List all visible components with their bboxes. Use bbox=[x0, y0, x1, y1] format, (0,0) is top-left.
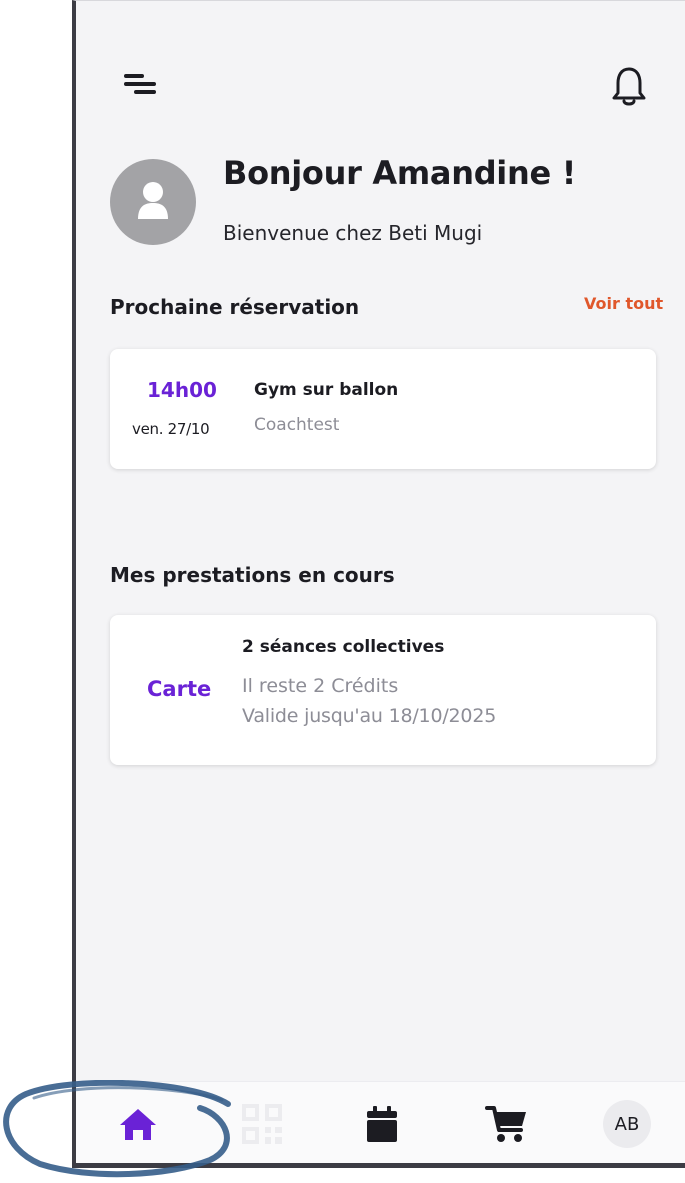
service-name: 2 séances collectives bbox=[242, 637, 445, 657]
service-credits: Il reste 2 Crédits bbox=[242, 675, 399, 697]
nav-home[interactable] bbox=[98, 1082, 178, 1163]
service-validity: Valide jusqu'au 18/10/2025 bbox=[242, 705, 497, 727]
service-card[interactable]: Carte 2 séances collectives Il reste 2 C… bbox=[110, 615, 656, 765]
nav-cart[interactable] bbox=[467, 1082, 547, 1163]
cart-icon bbox=[485, 1106, 526, 1142]
nav-qr-code[interactable] bbox=[222, 1082, 302, 1163]
menu-icon[interactable] bbox=[120, 69, 160, 99]
avatar[interactable] bbox=[110, 159, 196, 245]
bottom-nav: AB bbox=[76, 1081, 685, 1163]
greeting-subtitle: Bienvenue chez Beti Mugi bbox=[223, 221, 483, 245]
nav-profile[interactable]: AB bbox=[587, 1082, 667, 1163]
greeting-title: Bonjour Amandine ! bbox=[223, 154, 576, 192]
user-icon bbox=[138, 182, 168, 219]
profile-avatar: AB bbox=[603, 1100, 651, 1148]
booking-date: ven. 27/10 bbox=[132, 420, 210, 438]
booking-time: 14h00 bbox=[147, 378, 217, 402]
see-all-link[interactable]: Voir tout bbox=[584, 294, 663, 313]
home-icon bbox=[120, 1109, 156, 1140]
app-screen: Bonjour Amandine ! Bienvenue chez Beti M… bbox=[72, 0, 685, 1168]
bell-icon[interactable] bbox=[611, 65, 647, 109]
nav-calendar[interactable] bbox=[342, 1082, 422, 1163]
booking-card[interactable]: 14h00 ven. 27/10 Gym sur ballon Coachtes… bbox=[110, 349, 656, 469]
service-type: Carte bbox=[147, 677, 212, 701]
services-title: Mes prestations en cours bbox=[110, 563, 395, 587]
qr-code-icon bbox=[242, 1104, 282, 1144]
calendar-icon bbox=[367, 1106, 397, 1142]
next-booking-title: Prochaine réservation bbox=[110, 295, 360, 319]
booking-coach: Coachtest bbox=[254, 415, 340, 435]
booking-activity: Gym sur ballon bbox=[254, 380, 399, 400]
